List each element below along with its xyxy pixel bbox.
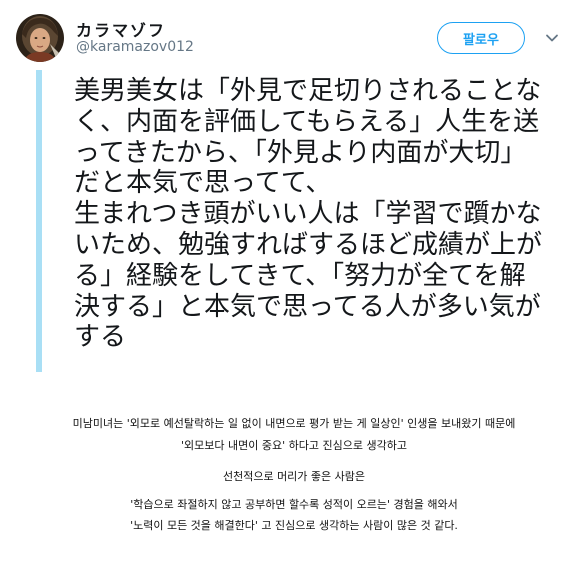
follow-button[interactable]: 팔로우 bbox=[437, 22, 525, 54]
caption-line: '노력이 모든 것을 해결한다' 고 진심으로 생각하는 사람이 많은 것 같다… bbox=[130, 519, 458, 532]
tweet-line: いため、勉強すればするほど成績が上が bbox=[74, 229, 543, 260]
display-name[interactable]: カラマゾフ bbox=[76, 17, 166, 41]
tweet-line: 決する」と本気で思ってる人が多い気が bbox=[74, 291, 541, 322]
thread-line bbox=[36, 70, 42, 372]
chevron-down-icon[interactable] bbox=[544, 30, 560, 46]
caption-line: '학습으로 좌절하지 않고 공부하면 할수록 성적이 오르는' 경험을 해와서 bbox=[130, 498, 458, 511]
profile-avatar[interactable] bbox=[16, 14, 64, 62]
tweet-card: カラマゾフ @karamazov012 팔로우 美男美女は「外見で足切りされるこ… bbox=[0, 0, 588, 380]
tweet-line: ってきたから、「外見より内面が大切」 bbox=[74, 137, 527, 168]
tweet-line: する bbox=[74, 322, 127, 353]
tweet-line: だと本気で思ってて、 bbox=[74, 168, 332, 199]
avatar-image bbox=[16, 14, 64, 62]
tweet-line: る」経験をしてきて、「努力が全てを解 bbox=[74, 260, 526, 291]
tweet-line: 美男美女は「外見で足切りされることな bbox=[74, 76, 542, 106]
tweet-line: く、内面を評価してもらえる」人生を送 bbox=[74, 106, 540, 137]
user-handle[interactable]: @karamazov012 bbox=[76, 39, 194, 55]
tweet-line: 生まれつき頭がいい人は「学習で躓かな bbox=[74, 199, 542, 230]
caption-line: 선천적으로 머리가 좋은 사람은 bbox=[222, 470, 366, 483]
tweet-body: 美男美女は「外見で足切りされることな く、内面を評価してもらえる」人生を送 って… bbox=[74, 76, 584, 353]
caption-line: 미남미녀는 '외모로 예선탈락하는 일 없이 내면으로 평가 받는 게 일상인'… bbox=[72, 417, 516, 430]
caption-line: '외모보다 내면이 중요' 하다고 진심으로 생각하고 bbox=[181, 439, 407, 452]
